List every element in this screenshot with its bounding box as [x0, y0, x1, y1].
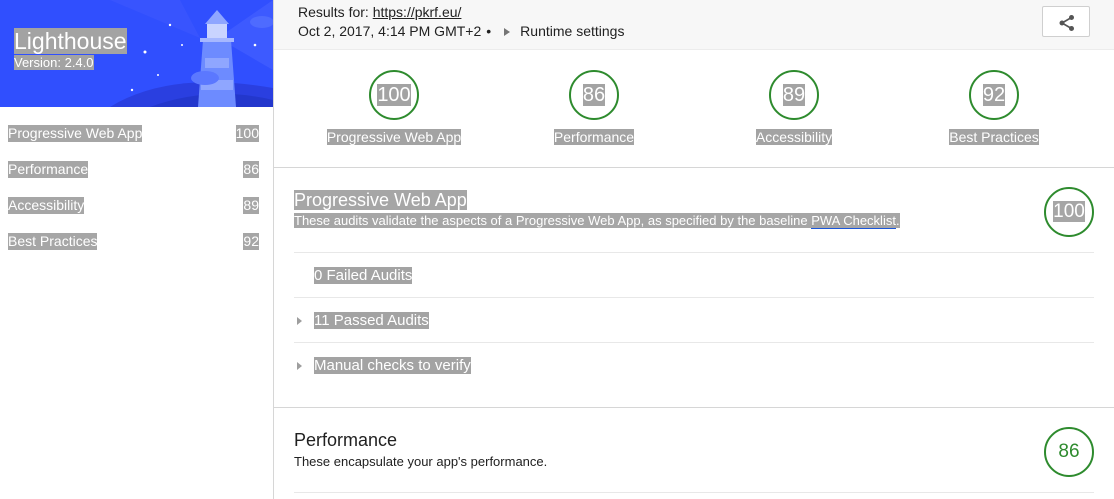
category-score: 100 [1053, 201, 1085, 222]
report-header: Results for: https://pkrf.eu/ Oct 2, 201… [274, 0, 1114, 50]
sidebar-item-score: 100 [235, 125, 259, 142]
expand-caret-icon[interactable] [297, 317, 302, 325]
sidebar-item-best-practices[interactable]: Best Practices 92 [8, 224, 259, 260]
category-score: 86 [1058, 441, 1080, 462]
report-meta: Oct 2, 2017, 4:14 PM GMT+2 • Runtime setti… [298, 23, 624, 39]
sidebar-item-label: Accessibility [8, 197, 85, 214]
gauge-score: 92 [982, 84, 1006, 106]
audit-group-label: 11 Passed Audits [314, 312, 429, 329]
runtime-settings-toggle[interactable]: Runtime settings [520, 23, 624, 39]
sidebar-item-score: 89 [243, 197, 259, 214]
audit-group-divider [294, 492, 1094, 499]
share-button[interactable] [1042, 6, 1090, 37]
expand-caret-icon[interactable] [297, 362, 302, 370]
app-title: Lighthouse [14, 28, 127, 54]
share-icon [1059, 15, 1074, 31]
sidebar-item-label: Performance [8, 161, 89, 178]
performance-category-section: Performance These encapsulate your app's… [294, 408, 1094, 499]
category-score-gauge: 86 [1044, 427, 1094, 477]
score-summary: 100 Progressive Web App 86 Performance 8… [274, 50, 1114, 168]
gauge-label: Best Practices [949, 129, 1039, 145]
manual-checks-group[interactable]: Manual checks to verify [294, 342, 1094, 387]
category-description: These encapsulate your app's performance… [294, 454, 548, 469]
category-description: These audits validate the aspects of a P… [294, 213, 900, 229]
sidebar-item-label: Best Practices [8, 233, 98, 250]
gauge-performance[interactable]: 86 Performance [514, 70, 674, 150]
gauge-accessibility[interactable]: 89 Accessibility [714, 70, 874, 150]
failed-audits-group: 0 Failed Audits [294, 252, 1094, 297]
audit-group-label: 0 Failed Audits [314, 267, 413, 284]
gauge-score: 100 [377, 84, 411, 106]
results-for: Results for: https://pkrf.eu/ [298, 4, 461, 20]
gauge-score: 89 [782, 84, 806, 106]
sidebar-item-score: 86 [243, 161, 259, 178]
gauge-score: 86 [582, 84, 606, 106]
sidebar-item-score: 92 [243, 233, 259, 250]
lighthouse-banner: Lighthouse Version: 2.4.0 [0, 0, 273, 107]
audit-group-label: Manual checks to verify [314, 357, 471, 374]
app-version: Version: 2.4.0 [14, 55, 94, 70]
tested-url-link[interactable]: https://pkrf.eu/ [373, 4, 462, 20]
sidebar-item-accessibility[interactable]: Accessibility 89 [8, 188, 259, 224]
pwa-category-section: Progressive Web App These audits validat… [294, 168, 1094, 388]
gauge-progressive-web-app[interactable]: 100 Progressive Web App [314, 70, 474, 150]
gauge-label: Accessibility [755, 129, 833, 145]
gauge-best-practices[interactable]: 92 Best Practices [914, 70, 1074, 150]
sidebar-item-progressive-web-app[interactable]: Progressive Web App 100 [8, 116, 259, 152]
category-score-gauge: 100 [1044, 187, 1094, 237]
results-prefix: Results for: [298, 4, 373, 20]
category-title: Performance [294, 430, 398, 450]
sidebar-item-performance[interactable]: Performance 86 [8, 152, 259, 188]
gauge-label: Progressive Web App [326, 129, 462, 145]
passed-audits-group[interactable]: 11 Passed Audits [294, 297, 1094, 342]
sidebar-item-label: Progressive Web App [8, 125, 143, 142]
report-date: Oct 2, 2017, 4:14 PM GMT+2 [298, 23, 482, 39]
separator: • [486, 23, 492, 39]
gauge-label: Performance [553, 129, 635, 145]
category-title: Progressive Web App [294, 190, 467, 210]
expand-triangle-icon[interactable] [504, 27, 511, 36]
sidebar: Lighthouse Version: 2.4.0 Progressive We… [0, 0, 274, 499]
pwa-checklist-link[interactable]: PWA Checklist [811, 213, 896, 229]
